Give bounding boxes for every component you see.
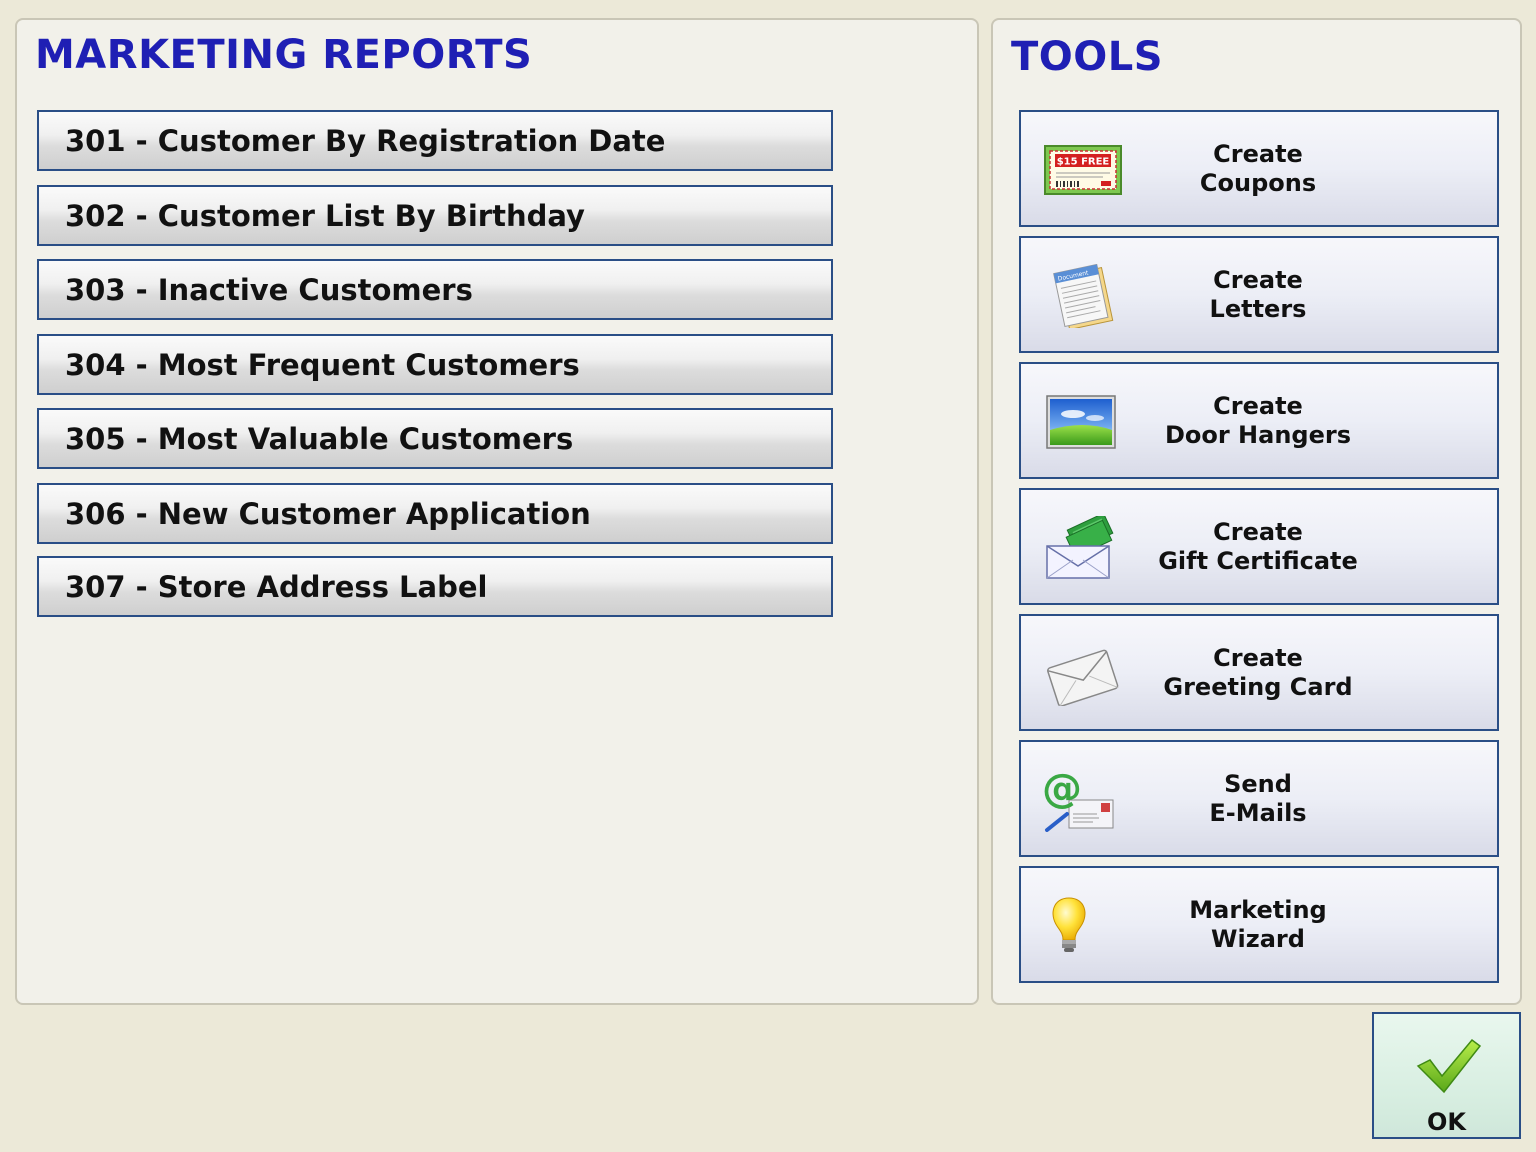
email-at-icon: @ [1043, 768, 1114, 832]
tool-label: Create Letters [1139, 238, 1497, 351]
marketing-reports-title: MARKETING REPORTS [35, 32, 533, 78]
tool-label: Create Coupons [1139, 112, 1497, 225]
tool-label-line2: Greeting Card [1163, 672, 1353, 701]
tool-label-line2: Wizard [1211, 924, 1305, 953]
report-label: 307 - Store Address Label [65, 569, 488, 604]
tool-label-line2: Coupons [1199, 168, 1317, 197]
report-button-301[interactable]: 301 - Customer By Registration Date [37, 110, 833, 171]
tool-label: Send E-Mails [1139, 742, 1497, 855]
tool-label-line1: Create [1213, 643, 1303, 672]
create-letters-button[interactable]: Document Create Letters [1019, 236, 1499, 353]
report-label: 303 - Inactive Customers [65, 272, 473, 307]
tool-label-line1: Send [1224, 769, 1292, 798]
create-coupons-button[interactable]: $15 FREE Create Coupons [1019, 110, 1499, 227]
tools-panel: TOOLS $15 FREE Create Coupons Document C… [991, 18, 1522, 1005]
tool-label-line1: Create [1213, 391, 1303, 420]
report-label: 301 - Customer By Registration Date [65, 123, 666, 158]
document-icon: Document [1053, 264, 1114, 328]
tools-title: TOOLS [1011, 34, 1164, 80]
report-button-304[interactable]: 304 - Most Frequent Customers [37, 334, 833, 395]
report-button-305[interactable]: 305 - Most Valuable Customers [37, 408, 833, 469]
send-emails-button[interactable]: @ Send E-Mails [1019, 740, 1499, 857]
tool-label-line2: Gift Certificate [1158, 546, 1358, 575]
lightbulb-icon [1052, 897, 1086, 952]
marketing-wizard-button[interactable]: Marketing Wizard [1019, 866, 1499, 983]
envelope-icon [1047, 649, 1119, 706]
marketing-reports-panel: MARKETING REPORTS 301 - Customer By Regi… [15, 18, 979, 1005]
report-label: 304 - Most Frequent Customers [65, 347, 580, 382]
report-label: 305 - Most Valuable Customers [65, 421, 574, 456]
create-door-hangers-button[interactable]: Create Door Hangers [1019, 362, 1499, 479]
tool-label-line1: Marketing [1189, 895, 1327, 924]
tool-label-line2: E-Mails [1209, 798, 1307, 827]
create-gift-certificate-button[interactable]: Create Gift Certificate [1019, 488, 1499, 605]
ok-button[interactable]: OK [1372, 1012, 1521, 1139]
tool-label: Create Door Hangers [1139, 364, 1497, 477]
picture-icon [1046, 395, 1116, 449]
report-label: 306 - New Customer Application [65, 496, 591, 531]
coupon-icon: $15 FREE [1044, 145, 1122, 195]
tool-label: Create Gift Certificate [1139, 490, 1497, 603]
tool-label: Marketing Wizard [1139, 868, 1497, 981]
tool-label-line1: Create [1213, 517, 1303, 546]
tool-label: Create Greeting Card [1139, 616, 1497, 729]
report-button-303[interactable]: 303 - Inactive Customers [37, 259, 833, 320]
tool-label-line2: Letters [1209, 294, 1307, 323]
ok-label: OK [1427, 1108, 1466, 1136]
report-button-306[interactable]: 306 - New Customer Application [37, 483, 833, 544]
coupon-icon-text: $15 FREE [1057, 157, 1110, 168]
report-button-302[interactable]: 302 - Customer List By Birthday [37, 185, 833, 246]
svg-text:@: @ [1043, 768, 1082, 812]
report-label: 302 - Customer List By Birthday [65, 198, 585, 233]
money-envelope-icon [1046, 516, 1114, 579]
create-greeting-card-button[interactable]: Create Greeting Card [1019, 614, 1499, 731]
tool-label-line1: Create [1213, 265, 1303, 294]
checkmark-icon [1416, 1038, 1482, 1094]
tool-label-line1: Create [1213, 139, 1303, 168]
tool-label-line2: Door Hangers [1164, 420, 1352, 449]
report-button-307[interactable]: 307 - Store Address Label [37, 556, 833, 617]
